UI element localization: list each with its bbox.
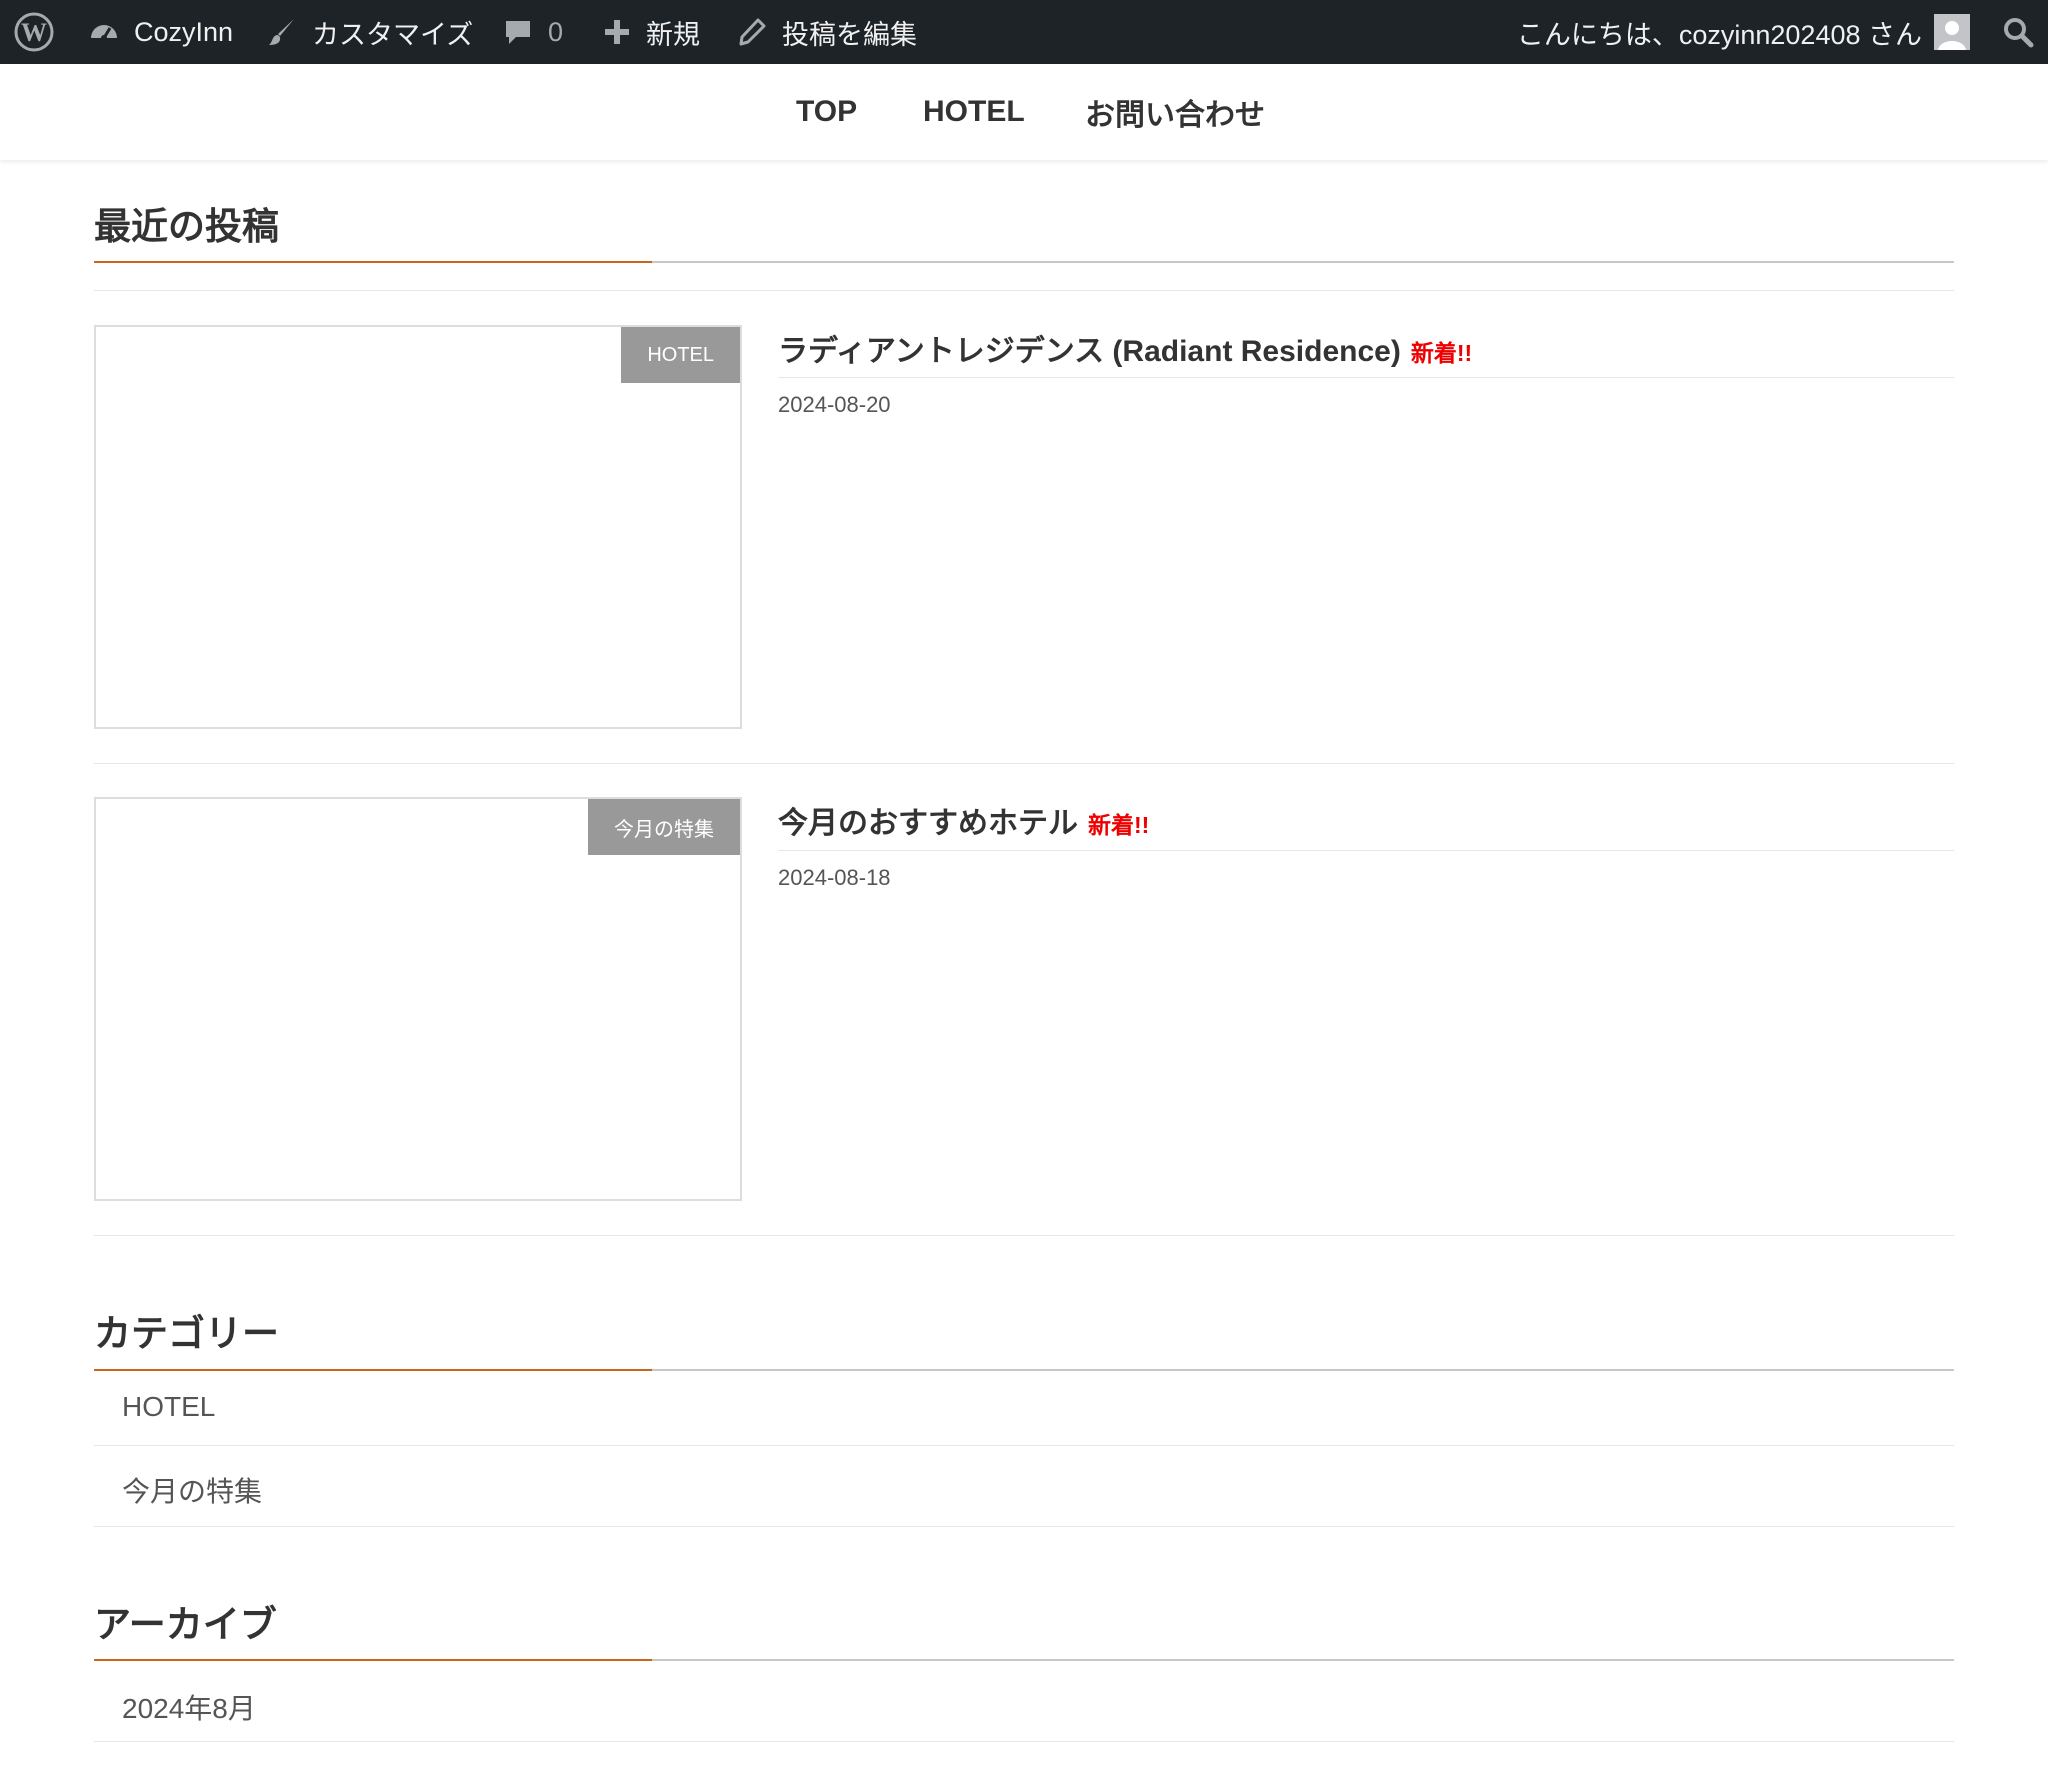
wordpress-logo-icon[interactable]: W	[14, 0, 54, 64]
brush-icon	[266, 16, 298, 48]
post-date: 2024-08-20	[778, 392, 891, 417]
archives-heading: アーカイブ	[94, 1604, 277, 1645]
comments-link[interactable]: 0	[502, 0, 563, 64]
new-label: 新規	[646, 19, 700, 50]
post-title-text: 今月のおすすめホテル	[778, 807, 1078, 840]
post-title-text: ラディアントレジデンス (Radiant Residence)	[778, 335, 1401, 368]
customize-label: カスタマイズ	[312, 19, 474, 50]
post-title[interactable]: 今月のおすすめホテル 新着!!	[778, 798, 1149, 842]
category-badge[interactable]: HOTEL	[621, 327, 740, 383]
divider	[94, 1235, 1954, 1236]
category-badge[interactable]: 今月の特集	[588, 799, 740, 855]
categories-title-rule	[94, 1369, 1954, 1371]
divider	[94, 290, 1954, 291]
new-badge: 新着!!	[1088, 812, 1150, 838]
recent-posts-heading: 最近の投稿	[94, 206, 279, 247]
plus-icon	[602, 17, 632, 47]
dashboard-icon	[88, 16, 120, 48]
nav-item-contact[interactable]: お問い合わせ	[1085, 64, 1265, 160]
divider	[94, 1445, 1954, 1446]
recent-posts-title-rule	[94, 261, 1954, 263]
comment-icon	[502, 16, 534, 48]
divider	[94, 763, 1954, 764]
post-thumbnail[interactable]: HOTEL	[94, 325, 742, 729]
archive-item-2024-08[interactable]: 2024年8月	[122, 1687, 256, 1727]
site-name: CozyInn	[134, 16, 234, 47]
post-title[interactable]: ラディアントレジデンス (Radiant Residence) 新着!!	[778, 326, 1472, 370]
comments-count: 0	[548, 16, 564, 47]
post-title-rule	[778, 850, 1954, 851]
categories-heading: カテゴリー	[94, 1313, 279, 1354]
archives-title-rule	[94, 1659, 1954, 1661]
admin-bar: W CozyInn カスタマイズ 0 新規 投稿を編集 こんにちは、cozyin…	[0, 0, 2048, 64]
my-account-link[interactable]: こんにちは、cozyinn202408 さん	[1517, 0, 1970, 64]
post-thumbnail[interactable]: 今月の特集	[94, 797, 742, 1201]
title-accent	[94, 261, 652, 263]
post-title-rule	[778, 377, 1954, 378]
new-badge: 新着!!	[1410, 340, 1473, 366]
main-navigation: TOP HOTEL お問い合わせ	[0, 64, 2048, 160]
category-item-feature[interactable]: 今月の特集	[122, 1470, 262, 1510]
divider	[94, 1741, 1954, 1742]
search-icon[interactable]	[2002, 0, 2034, 64]
nav-item-top[interactable]: TOP	[796, 64, 857, 160]
divider	[94, 1526, 1954, 1527]
site-name-link[interactable]: CozyInn	[88, 0, 233, 64]
greeting: こんにちは、cozyinn202408 さん	[1516, 19, 1922, 50]
edit-post-label: 投稿を編集	[782, 19, 917, 50]
post-date: 2024-08-18	[778, 865, 891, 890]
new-content-link[interactable]: 新規	[602, 0, 700, 64]
title-accent	[94, 1369, 652, 1371]
nav-item-hotel[interactable]: HOTEL	[923, 64, 1025, 160]
svg-text:W: W	[21, 18, 47, 47]
edit-post-link[interactable]: 投稿を編集	[736, 0, 917, 64]
avatar-icon	[1934, 14, 1970, 50]
title-accent	[94, 1659, 652, 1661]
pencil-icon	[736, 16, 768, 48]
category-item-hotel[interactable]: HOTEL	[122, 1391, 215, 1423]
customize-link[interactable]: カスタマイズ	[266, 0, 473, 64]
